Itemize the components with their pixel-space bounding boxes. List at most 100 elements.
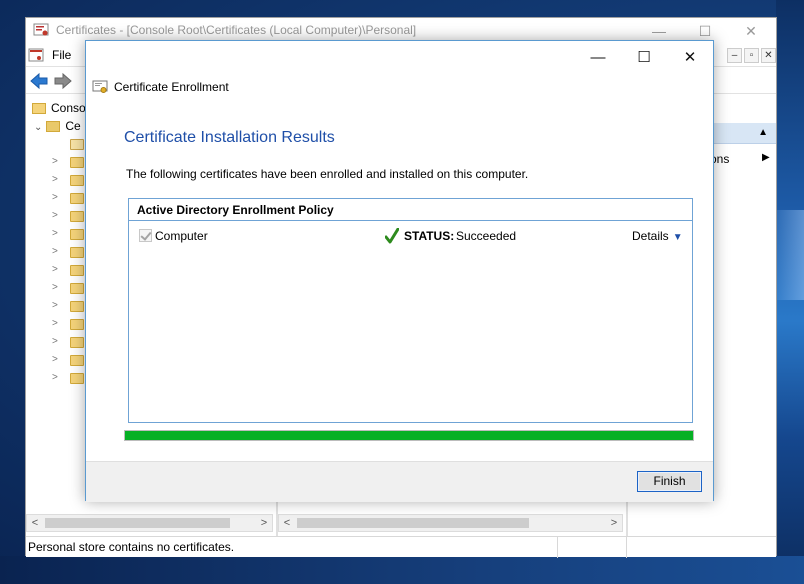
chevron-down-icon: ⌄ bbox=[34, 122, 42, 133]
folder-icon bbox=[70, 337, 84, 348]
tree-item[interactable]: > bbox=[26, 262, 86, 280]
cert-store-icon bbox=[46, 121, 60, 132]
chevron-right-icon[interactable]: > bbox=[52, 174, 58, 185]
tree-item[interactable]: > bbox=[26, 244, 86, 262]
folder-icon bbox=[70, 301, 84, 312]
folder-icon bbox=[70, 355, 84, 366]
folder-icon bbox=[70, 265, 84, 276]
tree-item[interactable]: > bbox=[26, 334, 86, 352]
dialog-footer: Finish bbox=[86, 461, 713, 502]
chevron-right-icon[interactable]: > bbox=[52, 228, 58, 239]
chevron-right-icon[interactable]: > bbox=[52, 282, 58, 293]
desktop-background bbox=[776, 0, 804, 584]
tree-item[interactable]: > bbox=[26, 316, 86, 334]
mdi-restore-button[interactable]: ▫ bbox=[744, 48, 759, 63]
chevron-right-icon[interactable]: > bbox=[52, 372, 58, 383]
tree-item[interactable]: > bbox=[26, 190, 86, 208]
page-description: The following certificates have been enr… bbox=[126, 167, 528, 181]
progress-bar bbox=[124, 430, 694, 441]
status-separator bbox=[557, 537, 558, 558]
enrollment-policy-panel: Active Directory Enrollment Policy Compu… bbox=[128, 198, 693, 423]
scroll-thumb[interactable] bbox=[297, 518, 529, 528]
folder-icon bbox=[70, 211, 84, 222]
tree-item[interactable]: > bbox=[26, 370, 86, 388]
details-label: Details bbox=[632, 229, 669, 243]
menu-file[interactable]: File bbox=[52, 48, 71, 62]
folder-icon bbox=[70, 175, 84, 186]
dialog-titlebar: — ☐ ✕ bbox=[86, 41, 713, 73]
chevron-right-icon[interactable]: > bbox=[52, 156, 58, 167]
tree-item[interactable] bbox=[26, 136, 86, 154]
list-hscrollbar[interactable]: < > bbox=[278, 514, 623, 532]
tree-item[interactable]: > bbox=[26, 352, 86, 370]
forward-arrow-icon[interactable] bbox=[52, 71, 74, 91]
scroll-left-icon[interactable]: < bbox=[279, 515, 295, 531]
details-toggle[interactable]: Details ▼ bbox=[632, 229, 683, 243]
folder-icon bbox=[70, 283, 84, 294]
chevron-right-icon[interactable]: > bbox=[52, 246, 58, 257]
tree-certificates[interactable]: ⌄Ce bbox=[34, 119, 81, 133]
dialog-minimize-button[interactable]: — bbox=[575, 41, 621, 73]
certificate-name: Computer bbox=[155, 229, 208, 243]
folder-icon bbox=[70, 229, 84, 240]
folder-icon bbox=[70, 139, 84, 150]
policy-title: Active Directory Enrollment Policy bbox=[129, 199, 692, 221]
chevron-down-icon: ▼ bbox=[673, 232, 683, 243]
folder-icon bbox=[70, 157, 84, 168]
chevron-right-icon[interactable]: > bbox=[52, 264, 58, 275]
page-title: Certificate Installation Results bbox=[124, 129, 335, 147]
folder-icon bbox=[70, 319, 84, 330]
tree-item[interactable]: > bbox=[26, 172, 86, 190]
actions-header[interactable]: ▲ bbox=[710, 123, 776, 144]
cert-app-icon bbox=[33, 22, 49, 38]
tree-item[interactable]: > bbox=[26, 298, 86, 316]
scroll-left-icon[interactable]: < bbox=[27, 515, 43, 531]
status-bar: Personal store contains no certificates. bbox=[26, 536, 776, 557]
tree-item[interactable]: > bbox=[26, 280, 86, 298]
mmc-title: Certificates - [Console Root\Certificate… bbox=[56, 23, 416, 37]
chevron-right-icon[interactable]: > bbox=[52, 336, 58, 347]
mmc-close-button[interactable]: ✕ bbox=[728, 18, 774, 44]
status-separator bbox=[626, 537, 627, 558]
computer-checkbox[interactable] bbox=[139, 229, 152, 242]
folder-icon bbox=[70, 373, 84, 384]
mdi-buttons: – ▫ ✕ bbox=[727, 48, 776, 63]
scroll-right-icon[interactable]: > bbox=[606, 515, 622, 531]
chevron-right-icon[interactable]: > bbox=[52, 354, 58, 365]
tree-console-root[interactable]: Conso bbox=[32, 101, 86, 115]
status-label: STATUS: bbox=[404, 229, 454, 243]
chevron-right-icon[interactable]: > bbox=[52, 210, 58, 221]
tree-item[interactable]: > bbox=[26, 226, 86, 244]
pane-divider bbox=[626, 496, 628, 536]
certificate-row: Computer STATUS: Succeeded Details ▼ bbox=[129, 226, 692, 246]
folder-icon bbox=[70, 193, 84, 204]
finish-button[interactable]: Finish bbox=[637, 471, 702, 492]
tree-item[interactable]: > bbox=[26, 208, 86, 226]
folder-icon bbox=[70, 247, 84, 258]
dialog-maximize-button[interactable]: ☐ bbox=[621, 41, 667, 73]
dialog-close-button[interactable]: ✕ bbox=[667, 41, 713, 73]
collapse-up-icon[interactable]: ▲ bbox=[758, 127, 768, 138]
certificate-enrollment-dialog: — ☐ ✕ Certificate Enrollment Certificate… bbox=[85, 40, 714, 501]
scroll-thumb[interactable] bbox=[45, 518, 230, 528]
scroll-right-icon[interactable]: > bbox=[256, 515, 272, 531]
certificate-icon bbox=[92, 79, 108, 95]
desktop-bottom bbox=[0, 556, 804, 584]
chevron-right-icon: ▶ bbox=[762, 152, 770, 163]
status-text: Personal store contains no certificates. bbox=[28, 540, 234, 554]
status-value: Succeeded bbox=[456, 229, 516, 243]
tree-item[interactable]: > bbox=[26, 154, 86, 172]
chevron-right-icon[interactable]: > bbox=[52, 318, 58, 329]
folder-icon bbox=[32, 103, 46, 114]
mdi-minimize-button[interactable]: – bbox=[727, 48, 742, 63]
tree-hscrollbar[interactable]: < > bbox=[26, 514, 273, 532]
progress-fill bbox=[125, 431, 693, 440]
back-arrow-icon[interactable] bbox=[28, 71, 50, 91]
console-icon bbox=[28, 47, 44, 63]
dialog-window-title: Certificate Enrollment bbox=[114, 80, 229, 94]
dialog-header: Certificate Enrollment bbox=[92, 79, 229, 95]
chevron-right-icon[interactable]: > bbox=[52, 192, 58, 203]
chevron-right-icon[interactable]: > bbox=[52, 300, 58, 311]
check-icon bbox=[385, 228, 399, 244]
mdi-close-button[interactable]: ✕ bbox=[761, 48, 776, 63]
